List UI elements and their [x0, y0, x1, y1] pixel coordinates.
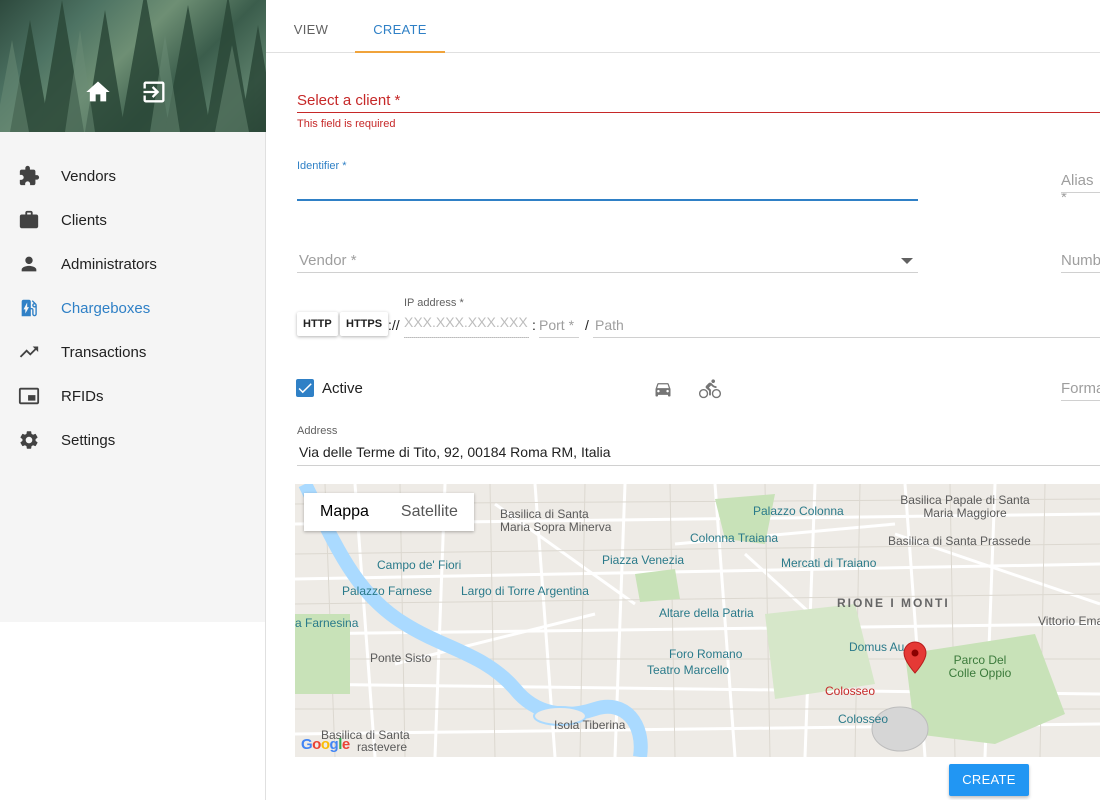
- map-label: Basilica di Santa Maria Sopra Minerva: [500, 507, 612, 534]
- gear-icon: [18, 429, 40, 451]
- map-label: Isola Tiberina: [554, 718, 626, 732]
- map-label: Domus Au: [849, 640, 905, 654]
- scheme-separator: ://: [388, 317, 400, 333]
- map-type-map[interactable]: Mappa: [304, 493, 385, 531]
- map-label: Palazzo Farnese: [342, 584, 433, 598]
- tab-bar: VIEW CREATE: [266, 0, 1100, 53]
- trending-up-icon: [18, 341, 40, 363]
- google-logo: Google: [301, 736, 350, 753]
- map-type-satellite[interactable]: Satellite: [385, 493, 474, 531]
- active-checkbox[interactable]: [296, 379, 314, 397]
- client-select-underline: [297, 112, 1100, 113]
- map-label: Altare della Patria: [659, 606, 754, 620]
- map[interactable]: Mappa Satellite Basilica di Santa Maria …: [295, 484, 1100, 757]
- sidebar-item-rfids[interactable]: RFIDs: [0, 374, 265, 418]
- number-input[interactable]: Numb: [1061, 252, 1100, 269]
- car-icon[interactable]: [653, 379, 673, 399]
- puzzle-icon: [18, 165, 40, 187]
- sidebar-item-transactions[interactable]: Transactions: [0, 330, 265, 374]
- path-underline: [593, 337, 1100, 338]
- map-label: Campo de' Fiori: [377, 558, 462, 572]
- check-icon: [298, 383, 312, 394]
- map-label: a Farnesina: [295, 616, 359, 630]
- address-underline: [297, 465, 1100, 466]
- person-icon: [18, 253, 40, 275]
- map-label: Palazzo Colonna: [753, 504, 844, 518]
- map-label: Ponte Sisto: [370, 651, 432, 665]
- port-separator: :: [532, 317, 536, 333]
- sidebar-item-settings[interactable]: Settings: [0, 418, 265, 462]
- chevron-down-icon[interactable]: [901, 258, 913, 264]
- ip-address-label: IP address *: [404, 297, 464, 309]
- bike-icon[interactable]: [698, 378, 722, 400]
- map-label: Mercati di Traiano: [781, 556, 877, 570]
- sidebar-item-chargeboxes[interactable]: Chargeboxes: [0, 286, 265, 330]
- logout-icon[interactable]: [140, 78, 168, 106]
- alias-input[interactable]: Alias *: [1061, 172, 1100, 206]
- briefcase-icon: [18, 209, 40, 231]
- address-label: Address: [297, 425, 338, 437]
- map-label: RIONE I MONTI: [837, 596, 950, 610]
- http-button[interactable]: HTTP: [297, 312, 338, 336]
- alias-underline: [1061, 192, 1100, 193]
- map-label: Colonna Traiana: [690, 531, 779, 545]
- tab-view[interactable]: VIEW: [266, 0, 356, 52]
- sidebar-item-label: RFIDs: [61, 387, 104, 405]
- sidebar: Vendors Clients Administrators Chargebox…: [0, 0, 266, 800]
- ev-station-icon: [18, 297, 40, 319]
- format-underline: [1061, 400, 1100, 401]
- identifier-label: Identifier *: [297, 160, 347, 172]
- port-underline: [539, 337, 579, 338]
- card-icon: [18, 385, 40, 407]
- map-label: Largo di Torre Argentina: [461, 584, 589, 598]
- main-content: VIEW CREATE Select a client * This field…: [266, 0, 1100, 800]
- vendor-select[interactable]: Vendor *: [299, 252, 357, 269]
- map-label: rastevere: [357, 740, 408, 754]
- map-label: Parco Del Colle Oppio: [948, 653, 1012, 680]
- path-input[interactable]: Path: [595, 317, 624, 333]
- client-select[interactable]: Select a client *: [297, 92, 400, 109]
- port-input[interactable]: Port *: [539, 317, 574, 333]
- create-button[interactable]: CREATE: [949, 764, 1029, 796]
- sidebar-nav: Vendors Clients Administrators Chargebox…: [0, 154, 265, 462]
- sidebar-item-label: Chargeboxes: [61, 299, 151, 317]
- sidebar-item-vendors[interactable]: Vendors: [0, 154, 265, 198]
- number-underline: [1061, 272, 1100, 273]
- sidebar-item-administrators[interactable]: Administrators: [0, 242, 265, 286]
- map-label: Basilica Papale di Santa Maria Maggiore: [900, 493, 1030, 520]
- tab-create[interactable]: CREATE: [355, 0, 445, 53]
- map-label: Teatro Marcello: [647, 663, 730, 677]
- identifier-input[interactable]: [297, 176, 918, 198]
- https-button[interactable]: HTTPS: [340, 312, 389, 336]
- map-label: Foro Romano: [669, 647, 743, 661]
- sidebar-item-label: Settings: [61, 431, 116, 449]
- active-label: Active: [322, 380, 363, 397]
- sidebar-item-label: Clients: [61, 211, 107, 229]
- map-label: Colosseo: [838, 712, 889, 726]
- sidebar-item-label: Vendors: [61, 167, 117, 185]
- sidebar-item-clients[interactable]: Clients: [0, 198, 265, 242]
- format-input[interactable]: Forma: [1061, 380, 1100, 397]
- address-input[interactable]: Via delle Terme di Tito, 92, 00184 Roma …: [299, 444, 611, 460]
- map-label: Vittorio Ema: [1038, 614, 1100, 628]
- map-label: Piazza Venezia: [602, 553, 685, 567]
- identifier-underline: [297, 199, 918, 201]
- map-label: Colosseo: [825, 684, 876, 698]
- sidebar-item-label: Transactions: [61, 343, 147, 361]
- ip-address-input[interactable]: XXX.XXX.XXX.XXX: [404, 314, 529, 330]
- home-icon[interactable]: [84, 78, 112, 106]
- sidebar-item-label: Administrators: [61, 255, 157, 273]
- vendor-underline: [297, 272, 918, 273]
- sidebar-header-image: [0, 0, 266, 132]
- path-separator: /: [585, 317, 589, 333]
- client-error-message: This field is required: [297, 118, 396, 130]
- map-type-toggle: Mappa Satellite: [304, 493, 474, 531]
- map-label: Basilica di Santa Prassede: [888, 534, 1031, 548]
- ip-address-underline: [404, 337, 529, 338]
